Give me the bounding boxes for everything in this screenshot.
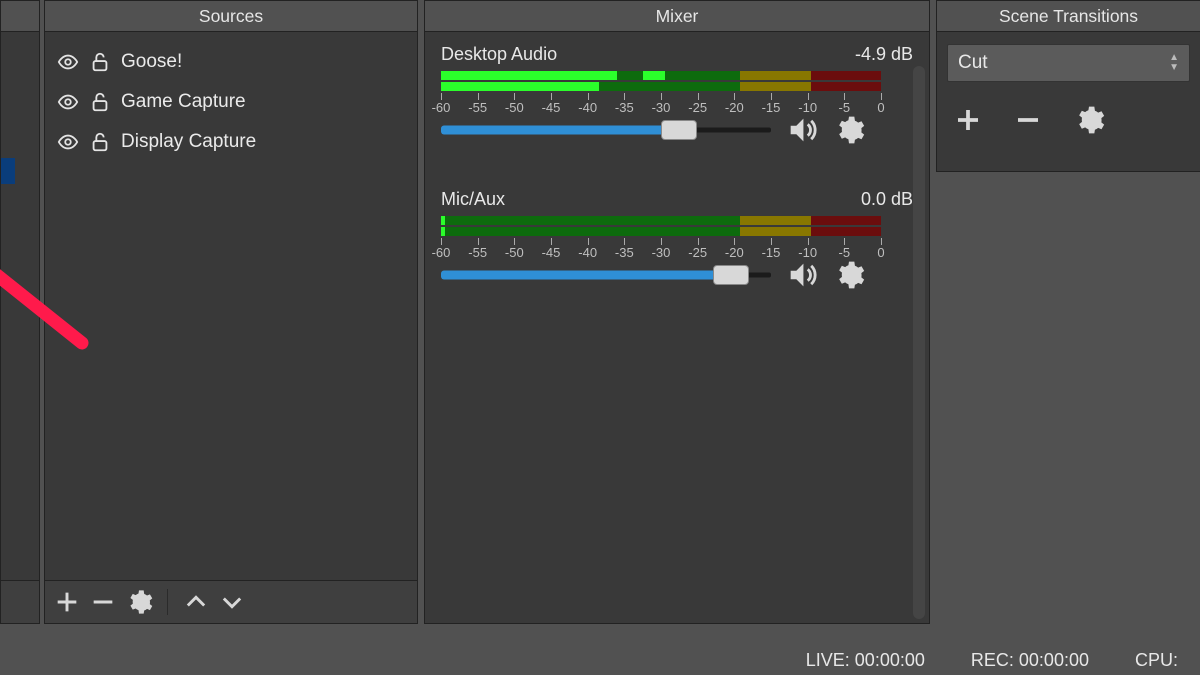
vu-tick-label: -15 (762, 245, 781, 260)
source-list: Goose! Game Capture (45, 32, 417, 172)
vu-tick-label: -30 (652, 100, 671, 115)
scenes-footer (1, 580, 39, 623)
add-source-button[interactable] (53, 588, 81, 616)
scenes-title (1, 1, 39, 32)
status-rec: REC: 00:00:00 (971, 650, 1089, 671)
vu-tick-label: -35 (615, 245, 634, 260)
transition-select[interactable]: Cut ▲▼ (947, 44, 1190, 82)
channel-name: Mic/Aux (441, 189, 505, 210)
eye-icon[interactable] (57, 91, 79, 113)
vu-tick-label: -45 (542, 100, 561, 115)
vu-tick-label: -5 (839, 245, 851, 260)
mixer-panel: Mixer Desktop Audio -4.9 dB (424, 0, 930, 624)
remove-source-button[interactable] (89, 588, 117, 616)
speaker-icon[interactable] (785, 258, 819, 292)
lock-open-icon[interactable] (89, 91, 111, 113)
scene-selected-row[interactable] (1, 158, 15, 184)
add-transition-button[interactable] (953, 105, 983, 135)
vu-tick-label: -20 (725, 245, 744, 260)
vu-tick-label: -35 (615, 100, 634, 115)
live-label: LIVE: (806, 650, 850, 670)
status-cpu: CPU: (1135, 650, 1178, 671)
vu-tick-label: 0 (877, 245, 884, 260)
vu-tick-label: -30 (652, 245, 671, 260)
sources-panel: Sources Goose! (44, 0, 418, 624)
channel-settings-button[interactable] (833, 114, 865, 146)
transitions-title: Scene Transitions (937, 1, 1200, 32)
sources-footer (45, 580, 417, 623)
scenes-panel (0, 0, 40, 624)
volume-slider[interactable] (441, 264, 771, 286)
vu-tick-label: -10 (798, 245, 817, 260)
mixer-channel: Desktop Audio -4.9 dB (441, 44, 913, 147)
speaker-icon[interactable] (785, 113, 819, 147)
vu-tick-label: -50 (505, 100, 524, 115)
channel-db: 0.0 dB (861, 189, 913, 210)
vu-tick-label: -25 (688, 100, 707, 115)
channel-settings-button[interactable] (833, 259, 865, 291)
vu-tick-label: 0 (877, 100, 884, 115)
transitions-panel: Scene Transitions Cut ▲▼ (936, 0, 1200, 172)
move-down-button[interactable] (218, 588, 246, 616)
vu-tick-label: -55 (468, 245, 487, 260)
vu-tick-label: -55 (468, 100, 487, 115)
transition-settings-button[interactable] (1073, 104, 1105, 136)
status-bar: LIVE: 00:00:00 REC: 00:00:00 CPU: (0, 645, 1200, 675)
mixer-channel: Mic/Aux 0.0 dB (441, 189, 913, 292)
vu-tick-label: -25 (688, 245, 707, 260)
vu-meter: -60-55-50-45-40-35-30-25-20-15-10-50 (441, 216, 881, 244)
vu-tick-label: -40 (578, 100, 597, 115)
eye-icon[interactable] (57, 131, 79, 153)
transition-selected: Cut (958, 52, 988, 74)
status-live: LIVE: 00:00:00 (806, 650, 925, 671)
vu-tick-label: -60 (432, 245, 451, 260)
cpu-label: CPU: (1135, 650, 1178, 670)
volume-slider[interactable] (441, 119, 771, 141)
lock-open-icon[interactable] (89, 51, 111, 73)
lock-open-icon[interactable] (89, 131, 111, 153)
source-label: Display Capture (121, 131, 256, 153)
move-up-button[interactable] (182, 588, 210, 616)
vu-tick-label: -60 (432, 100, 451, 115)
source-row[interactable]: Display Capture (57, 122, 405, 162)
channel-name: Desktop Audio (441, 44, 557, 65)
vu-tick-label: -50 (505, 245, 524, 260)
vu-tick-label: -10 (798, 100, 817, 115)
mixer-title: Mixer (425, 1, 929, 32)
live-time: 00:00:00 (855, 650, 925, 670)
channel-db: -4.9 dB (855, 44, 913, 65)
source-label: Game Capture (121, 91, 246, 113)
source-settings-button[interactable] (125, 588, 153, 616)
vu-tick-label: -20 (725, 100, 744, 115)
mixer-scrollbar[interactable] (913, 66, 925, 619)
vu-tick-label: -15 (762, 100, 781, 115)
divider (167, 589, 168, 615)
vu-tick-label: -5 (839, 100, 851, 115)
select-updown-icon: ▲▼ (1169, 54, 1179, 72)
rec-time: 00:00:00 (1019, 650, 1089, 670)
rec-label: REC: (971, 650, 1014, 670)
vu-meter: -60-55-50-45-40-35-30-25-20-15-10-50 (441, 71, 881, 99)
vu-tick-label: -40 (578, 245, 597, 260)
source-label: Goose! (121, 51, 182, 73)
remove-transition-button[interactable] (1013, 105, 1043, 135)
source-row[interactable]: Game Capture (57, 82, 405, 122)
eye-icon[interactable] (57, 51, 79, 73)
sources-title: Sources (45, 1, 417, 32)
vu-tick-label: -45 (542, 245, 561, 260)
source-row[interactable]: Goose! (57, 42, 405, 82)
